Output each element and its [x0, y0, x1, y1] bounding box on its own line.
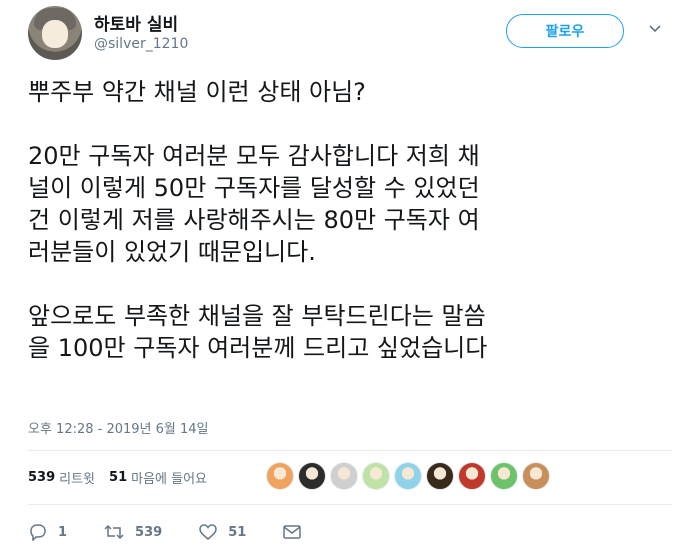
likes-count[interactable]: 51: [109, 470, 127, 485]
liker-avatar-5[interactable]: [394, 462, 422, 490]
reply-count: 1: [58, 524, 68, 540]
likes-label[interactable]: 마음에 들어요: [131, 468, 207, 487]
envelope-icon: [283, 525, 302, 539]
heart-icon: [199, 524, 217, 540]
divider: [28, 450, 672, 451]
follow-button[interactable]: 팔로우: [506, 14, 624, 48]
tweet-text: 뿌주부 약간 채널 이런 상태 아님? 20만 구독자 여러분 모두 감사합니다…: [28, 78, 488, 362]
like-action[interactable]: 51: [198, 523, 246, 541]
user-handle[interactable]: @silver_1210: [94, 36, 188, 52]
liker-avatar-1[interactable]: [266, 462, 294, 490]
retweet-count: 539: [135, 524, 163, 540]
liker-avatars: [266, 462, 554, 490]
retweets-count[interactable]: 539: [28, 470, 55, 485]
message-action[interactable]: [282, 524, 312, 540]
like-count: 51: [228, 524, 247, 540]
liker-avatar-4[interactable]: [362, 462, 390, 490]
tweet-actions: 1 539 51: [28, 518, 348, 546]
liker-avatar-7[interactable]: [458, 462, 486, 490]
retweet-icon: [104, 524, 124, 540]
tweet-timestamp[interactable]: 오후 12:28 - 2019년 6월 14일: [28, 418, 209, 437]
reply-icon: [30, 524, 46, 541]
retweet-action[interactable]: 539: [103, 523, 162, 541]
avatar[interactable]: [28, 6, 82, 60]
avatar-face: [42, 20, 68, 48]
liker-avatar-9[interactable]: [522, 462, 550, 490]
chevron-down-icon[interactable]: [648, 22, 662, 36]
liker-avatar-8[interactable]: [490, 462, 518, 490]
display-name[interactable]: 하토바 실비: [94, 10, 178, 35]
liker-avatar-2[interactable]: [298, 462, 326, 490]
retweets-label[interactable]: 리트윗: [59, 468, 95, 487]
tweet-header: 하토바 실비 @silver_1210 팔로우: [0, 0, 700, 70]
reply-action[interactable]: 1: [28, 523, 67, 541]
divider: [28, 504, 672, 505]
liker-avatar-6[interactable]: [426, 462, 454, 490]
tweet-stats: 539 리트윗 51 마음에 들어요: [28, 462, 221, 492]
liker-avatar-3[interactable]: [330, 462, 358, 490]
